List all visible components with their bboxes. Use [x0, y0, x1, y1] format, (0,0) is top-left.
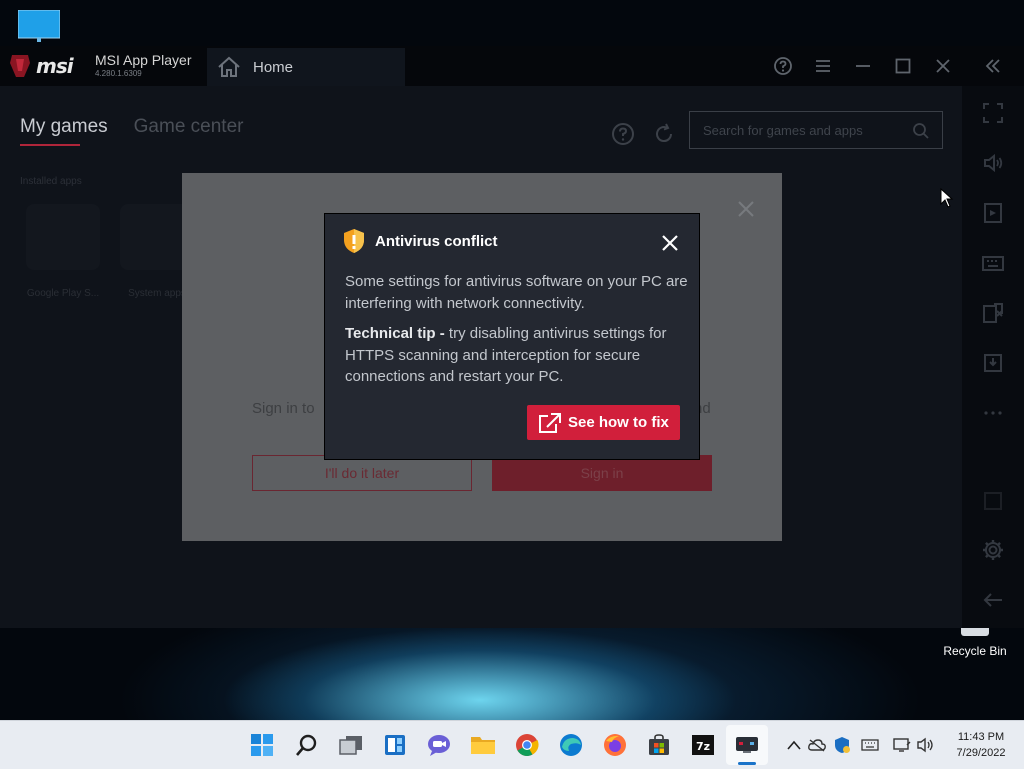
screenshot-icon[interactable]	[982, 352, 1004, 374]
store-button[interactable]	[645, 731, 673, 759]
faq-icon[interactable]	[982, 490, 1004, 512]
fix-button-label: See how to fix	[568, 414, 669, 431]
touch-keyboard-icon	[861, 739, 879, 751]
chrome-button[interactable]	[513, 731, 541, 759]
file-explorer-button[interactable]	[469, 731, 497, 759]
dialog-tip: Technical tip - try disabling antivirus …	[345, 323, 690, 388]
firefox-icon	[604, 734, 626, 756]
title-bar: msi MSI App Player 4.280.1.6309 Home	[0, 46, 1024, 86]
chrome-icon	[516, 734, 539, 756]
screen-record-icon[interactable]	[982, 202, 1004, 224]
signin-close-icon[interactable]	[736, 199, 756, 219]
tab-game-center[interactable]: Game center	[134, 116, 244, 138]
teams-chat-button[interactable]	[425, 731, 453, 759]
msi-app-player-button[interactable]	[733, 731, 761, 759]
store-icon	[649, 734, 669, 755]
help-circle-icon[interactable]	[611, 122, 635, 146]
dialog-title: Antivirus conflict	[375, 233, 498, 250]
network-tray[interactable]	[893, 736, 911, 754]
start-button[interactable]	[248, 731, 276, 759]
task-view-button[interactable]	[337, 731, 365, 759]
folder-icon	[471, 737, 495, 754]
keyboard-icon[interactable]	[982, 252, 1004, 274]
more-options-icon[interactable]	[982, 402, 1004, 424]
msi-app-player-icon	[736, 737, 758, 753]
msi-dragon-icon	[10, 55, 30, 77]
widgets-button[interactable]	[381, 731, 409, 759]
mouse-cursor	[940, 188, 954, 208]
search-input[interactable]	[701, 121, 905, 139]
volume-icon[interactable]	[982, 152, 1004, 174]
minimize-icon[interactable]	[853, 56, 873, 76]
help-icon[interactable]	[773, 56, 793, 76]
signin-prompt-left: Sign in to	[252, 400, 315, 417]
tab-home-label: Home	[253, 58, 294, 76]
msi-logo: msi	[8, 52, 74, 80]
security-tray[interactable]	[833, 736, 851, 754]
search-icon	[296, 734, 317, 756]
app-version: 4.280.1.6309	[95, 69, 142, 78]
installed-apps-label: Installed apps	[20, 176, 82, 187]
keyboard-tray[interactable]	[861, 736, 879, 754]
external-link-icon	[539, 412, 561, 433]
shield-warning-icon	[344, 229, 364, 253]
speaker-icon	[917, 737, 933, 753]
volume-tray[interactable]	[917, 736, 935, 754]
menu-icon[interactable]	[813, 56, 833, 76]
search-bar[interactable]	[689, 111, 943, 149]
7zip-button[interactable]: 7z	[689, 731, 717, 759]
refresh-icon[interactable]	[652, 122, 676, 146]
system-clock[interactable]: 11:43 PM 7/29/2022	[946, 729, 1016, 761]
chat-icon	[428, 735, 450, 756]
widgets-icon	[385, 735, 405, 755]
see-how-to-fix-button[interactable]: See how to fix	[527, 405, 680, 440]
tab-my-games[interactable]: My games	[20, 116, 108, 146]
network-icon	[893, 738, 911, 752]
app-name: MSI App Player	[95, 52, 192, 68]
active-app-indicator	[738, 762, 756, 765]
antivirus-dialog: Antivirus conflict Some settings for ant…	[324, 213, 700, 460]
close-window-icon[interactable]	[933, 56, 953, 76]
taskbar-search[interactable]	[293, 731, 321, 759]
this-pc-icon[interactable]	[18, 10, 60, 42]
edge-button[interactable]	[557, 731, 585, 759]
edge-icon	[560, 734, 582, 756]
dialog-message: Some settings for antivirus software on …	[345, 273, 688, 312]
clock-time: 11:43 PM	[957, 731, 1005, 743]
onedrive-tray[interactable]	[808, 736, 826, 754]
onedrive-icon	[808, 739, 826, 752]
maximize-icon[interactable]	[893, 56, 913, 76]
collapse-sidebar-icon[interactable]	[983, 56, 1003, 76]
firefox-button[interactable]	[601, 731, 629, 759]
right-sidebar	[962, 86, 1024, 628]
tab-home[interactable]: Home	[207, 48, 405, 86]
windows-security-icon	[835, 737, 850, 753]
fullscreen-icon[interactable]	[982, 102, 1004, 124]
google-play-icon	[26, 204, 100, 270]
svg-text:7z: 7z	[696, 740, 710, 753]
app-tile-google-play[interactable]: Google Play S...	[18, 204, 108, 314]
home-icon	[218, 56, 240, 77]
app-tile-label: Google Play S...	[26, 288, 100, 299]
7zip-icon: 7z	[692, 735, 714, 755]
recycle-bin-label: Recycle Bin	[943, 644, 1007, 658]
search-icon[interactable]	[912, 122, 930, 140]
show-hidden-icons[interactable]	[785, 736, 803, 754]
clock-date: 7/29/2022	[956, 747, 1006, 759]
do-it-later-button[interactable]: I'll do it later	[252, 455, 472, 491]
dialog-close-icon[interactable]	[659, 232, 681, 254]
settings-gear-icon[interactable]	[982, 539, 1004, 561]
tip-label: Technical tip -	[345, 325, 445, 342]
taskbar: 7z 11:43 PM 7/29/2022	[0, 720, 1024, 769]
sign-in-button[interactable]: Sign in	[492, 455, 712, 491]
windows-start-icon	[251, 734, 273, 756]
install-apk-icon[interactable]	[982, 302, 1004, 324]
content-tabs: My games Game center	[20, 116, 244, 146]
task-view-icon	[339, 736, 362, 755]
back-arrow-icon[interactable]	[982, 589, 1004, 611]
chevron-up-icon	[787, 740, 801, 750]
